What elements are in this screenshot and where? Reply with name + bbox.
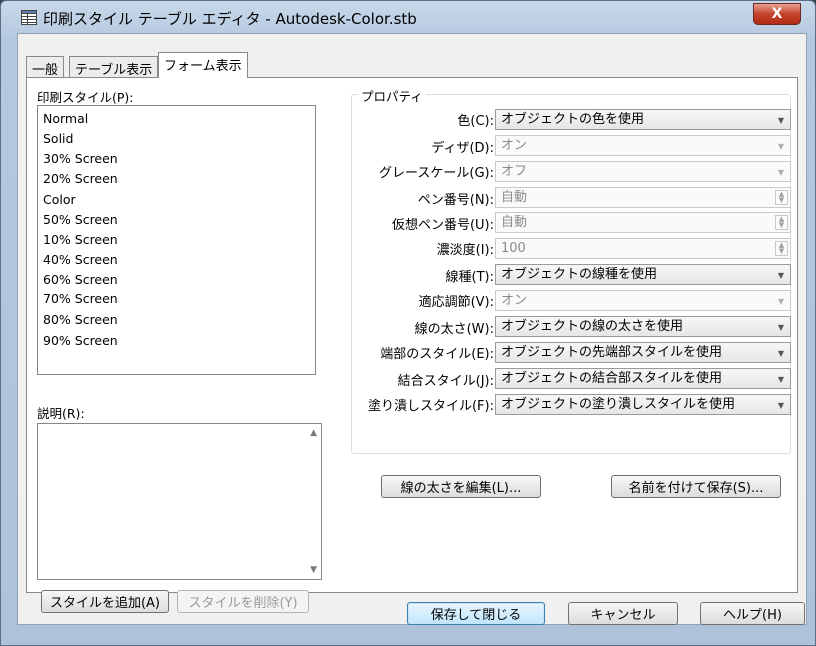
virtual-pen-value: 自動	[501, 215, 528, 230]
list-item[interactable]: 60% Screen	[43, 272, 118, 287]
spinner-icon[interactable]: ▲ ▼	[775, 241, 788, 256]
spinner-icon[interactable]: ▲ ▼	[775, 215, 788, 230]
pen-number-value: 自動	[501, 190, 528, 205]
screening-value: 100	[501, 241, 526, 256]
line-end-style-label: 端部のスタイル(E):	[380, 347, 494, 362]
list-item[interactable]: 30% Screen	[43, 151, 118, 166]
lineweight-label: 線の太さ(W):	[414, 322, 494, 337]
line-join-style-select[interactable]: オブジェクトの結合部スタイルを使用 ▼	[495, 368, 791, 389]
window-title: 印刷スタイル テーブル エディタ - Autodesk-Color.stb	[43, 10, 417, 28]
dialog-window: 印刷スタイル テーブル エディタ - Autodesk-Color.stb X …	[0, 0, 816, 646]
color-label: 色(C):	[457, 114, 494, 129]
tab-general[interactable]: 一般	[26, 56, 65, 78]
print-styles-label: 印刷スタイル(P):	[37, 90, 134, 105]
virtual-pen-field[interactable]: 自動 ▲ ▼	[495, 212, 791, 233]
add-style-button[interactable]: スタイルを追加(A)	[41, 590, 169, 613]
edit-lineweights-button[interactable]: 線の太さを編集(L)...	[381, 475, 541, 498]
list-item[interactable]: Normal	[43, 111, 88, 126]
save-as-button[interactable]: 名前を付けて保存(S)...	[611, 475, 781, 498]
grayscale-select[interactable]: オフ ▼	[495, 161, 791, 182]
chevron-down-icon: ▼	[777, 323, 784, 332]
save-and-close-button[interactable]: 保存して閉じる	[407, 602, 545, 625]
dither-label: ディザ(D):	[431, 141, 494, 156]
dither-select[interactable]: オン ▼	[495, 135, 791, 156]
property-labels: 色(C): ディザ(D): グレースケール(G): ペン番号(N): 仮想ペン番…	[367, 78, 494, 578]
linetype-label: 線種(T):	[445, 270, 494, 285]
list-item[interactable]: 90% Screen	[43, 333, 118, 348]
line-end-style-value: オブジェクトの先端部スタイルを使用	[501, 345, 723, 360]
cancel-button[interactable]: キャンセル	[568, 602, 678, 625]
spinner-icon[interactable]: ▲ ▼	[775, 190, 788, 205]
list-item[interactable]: Solid	[43, 131, 73, 146]
scroll-up-icon[interactable]: ▲	[310, 428, 317, 438]
screening-field[interactable]: 100 ▲ ▼	[495, 238, 791, 259]
list-item[interactable]: 20% Screen	[43, 171, 118, 186]
lineweight-select[interactable]: オブジェクトの線の太さを使用 ▼	[495, 316, 791, 337]
screening-label: 濃淡度(I):	[436, 243, 494, 258]
close-icon: X	[771, 6, 783, 22]
description-textarea[interactable]: ▲ ▼	[37, 423, 322, 580]
chevron-down-icon: ▼	[777, 375, 784, 384]
tab-form-view[interactable]: フォーム表示	[158, 52, 248, 78]
form-view-panel: 印刷スタイル(P): Normal Solid 30% Screen 20% S…	[26, 77, 798, 613]
delete-style-button[interactable]: スタイルを削除(Y)	[177, 590, 309, 613]
list-item[interactable]: Color	[43, 192, 76, 207]
dither-value: オン	[501, 138, 528, 153]
pen-number-field[interactable]: 自動 ▲ ▼	[495, 187, 791, 208]
title-bar[interactable]: 印刷スタイル テーブル エディタ - Autodesk-Color.stb X	[9, 1, 815, 33]
chevron-down-icon: ▼	[777, 116, 784, 125]
linetype-value: オブジェクトの線種を使用	[501, 267, 658, 282]
chevron-down-icon: ▼	[777, 349, 784, 358]
scroll-down-icon[interactable]: ▼	[310, 565, 317, 575]
adaptive-select[interactable]: オン ▼	[495, 290, 791, 311]
close-button[interactable]: X	[753, 3, 801, 25]
line-join-style-value: オブジェクトの結合部スタイルを使用	[501, 371, 723, 386]
chevron-down-icon: ▼	[777, 271, 784, 280]
linetype-select[interactable]: オブジェクトの線種を使用 ▼	[495, 264, 791, 285]
list-item[interactable]: 50% Screen	[43, 212, 118, 227]
print-styles-list[interactable]: Normal Solid 30% Screen 20% Screen Color…	[37, 105, 316, 375]
tab-table-view[interactable]: テーブル表示	[69, 56, 159, 78]
list-item[interactable]: 40% Screen	[43, 252, 118, 267]
chevron-down-icon: ▼	[777, 401, 784, 410]
grayscale-value: オフ	[501, 164, 528, 179]
dialog-client-area: 一般 テーブル表示 フォーム表示 印刷スタイル(P): Normal Solid…	[17, 33, 807, 625]
list-item[interactable]: 70% Screen	[43, 291, 118, 306]
adaptive-label: 適応調節(V):	[418, 295, 494, 310]
grayscale-label: グレースケール(G):	[379, 166, 494, 181]
fill-style-label: 塗り潰しスタイル(F):	[367, 399, 494, 414]
table-editor-icon	[21, 10, 37, 25]
line-join-style-label: 結合スタイル(J):	[397, 374, 494, 389]
description-label: 説明(R):	[37, 406, 85, 421]
fill-style-select[interactable]: オブジェクトの塗り潰しスタイルを使用 ▼	[495, 394, 791, 415]
pen-number-label: ペン番号(N):	[417, 193, 494, 208]
adaptive-value: オン	[501, 293, 528, 308]
color-value: オブジェクトの色を使用	[501, 112, 645, 127]
chevron-down-icon: ▼	[777, 142, 784, 151]
help-button[interactable]: ヘルプ(H)	[700, 602, 805, 625]
virtual-pen-label: 仮想ペン番号(U):	[391, 218, 494, 233]
line-end-style-select[interactable]: オブジェクトの先端部スタイルを使用 ▼	[495, 342, 791, 363]
list-item[interactable]: 10% Screen	[43, 232, 118, 247]
lineweight-value: オブジェクトの線の太さを使用	[501, 319, 684, 334]
chevron-down-icon: ▼	[777, 168, 784, 177]
list-item[interactable]: 80% Screen	[43, 312, 118, 327]
color-select[interactable]: オブジェクトの色を使用 ▼	[495, 109, 791, 130]
fill-style-value: オブジェクトの塗り潰しスタイルを使用	[501, 397, 736, 412]
chevron-down-icon: ▼	[777, 297, 784, 306]
